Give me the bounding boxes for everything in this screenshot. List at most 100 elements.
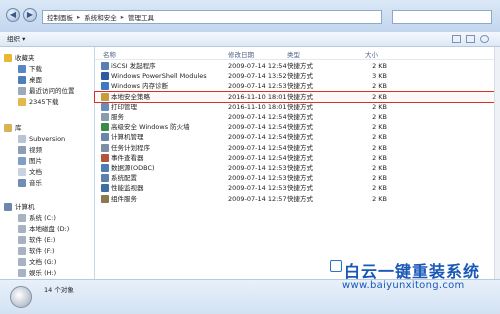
file-row[interactable]: 服务 2009-07-14 12:54 快捷方式 2 KB xyxy=(95,112,494,122)
file-type: 快捷方式 xyxy=(287,82,313,91)
nav-item-drive-g[interactable]: 文档 (G:) xyxy=(0,257,94,267)
desktop-icon xyxy=(18,76,26,84)
file-name: Windows PowerShell Modules xyxy=(111,72,207,81)
help-icon[interactable] xyxy=(480,35,489,43)
drive-icon xyxy=(18,225,26,233)
nav-label: Subversion xyxy=(29,135,66,143)
nav-label: 本地磁盘 (D:) xyxy=(29,225,70,233)
search-input[interactable] xyxy=(392,10,492,24)
file-row[interactable]: 性能监视器 2009-07-14 12:53 快捷方式 2 KB xyxy=(95,183,494,193)
file-row[interactable]: iSCSI 发起程序 2009-07-14 12:54 快捷方式 2 KB xyxy=(95,61,494,71)
file-type: 快捷方式 xyxy=(287,174,313,183)
file-row[interactable]: 本地安全策略 2016-11-10 18:01 快捷方式 2 KB xyxy=(94,90,495,103)
file-row[interactable]: Windows 内存诊断 2009-07-14 12:53 快捷方式 2 KB xyxy=(95,81,494,91)
address-field[interactable]: 控制面板 ▸ 系统和安全 ▸ 管理工具 xyxy=(42,10,382,24)
nav-item-drive-f[interactable]: 软件 (F:) xyxy=(0,246,94,256)
breadcrumb-item[interactable]: 管理工具 xyxy=(128,12,154,22)
file-type: 快捷方式 xyxy=(287,102,313,111)
nav-item-documents[interactable]: 文档 xyxy=(0,167,94,177)
picture-icon xyxy=(18,157,26,165)
nav-item-drive-h[interactable]: 娱乐 (H:) xyxy=(0,268,94,278)
nav-label: 视频 xyxy=(29,146,42,154)
preview-pane-icon[interactable] xyxy=(466,35,475,43)
file-name: iSCSI 发起程序 xyxy=(111,62,156,70)
file-row[interactable]: Windows PowerShell Modules 2009-07-14 13:… xyxy=(95,71,494,81)
breadcrumb-item[interactable]: 控制面板 xyxy=(47,12,73,22)
nav-item-drive-e[interactable]: 软件 (E:) xyxy=(0,235,94,245)
nav-item-2345-downloads[interactable]: 2345下载 xyxy=(0,97,94,107)
file-size: 2 KB xyxy=(372,143,387,152)
breadcrumb-item[interactable]: 系统和安全 xyxy=(84,12,117,22)
nav-computer[interactable]: 计算机 xyxy=(0,202,94,212)
star-icon xyxy=(4,54,12,62)
shortcut-icon xyxy=(101,184,109,193)
vertical-scrollbar[interactable] xyxy=(494,47,500,279)
file-name: 任务计划程序 xyxy=(111,143,150,152)
file-size: 2 KB xyxy=(372,153,387,162)
watermark-url: www.baiyunxitong.com xyxy=(342,280,465,291)
organize-button[interactable]: 组织 ▾ xyxy=(4,34,28,44)
column-header-date[interactable]: 修改日期 xyxy=(228,49,254,59)
watermark-title: 白云一键重装系统 xyxy=(344,262,481,281)
nav-item-desktop[interactable]: 桌面 xyxy=(0,75,94,85)
shortcut-icon xyxy=(101,72,109,81)
column-header-type[interactable]: 类型 xyxy=(287,49,300,59)
file-name: Windows 内存诊断 xyxy=(111,82,169,91)
file-type: 快捷方式 xyxy=(287,62,313,70)
view-options-icon[interactable] xyxy=(452,35,461,43)
nav-libraries[interactable]: 库 xyxy=(0,123,94,133)
back-button[interactable]: ◀ xyxy=(6,8,20,22)
file-type: 快捷方式 xyxy=(287,153,313,162)
file-type: 快捷方式 xyxy=(287,133,313,142)
file-date: 2009-07-14 12:53 xyxy=(228,82,287,91)
file-row[interactable]: 计算机管理 2009-07-14 12:54 快捷方式 2 KB xyxy=(95,132,494,142)
file-row[interactable]: 任务计划程序 2009-07-14 12:54 快捷方式 2 KB xyxy=(95,143,494,153)
download-folder-icon xyxy=(18,65,26,73)
nav-label: 图片 xyxy=(29,157,42,165)
nav-item-music[interactable]: 音乐 xyxy=(0,178,94,188)
file-type: 快捷方式 xyxy=(287,194,313,203)
file-row[interactable]: 系统配置 2009-07-14 12:53 快捷方式 2 KB xyxy=(95,173,494,183)
nav-label: 文档 xyxy=(29,168,42,176)
file-name: 事件查看器 xyxy=(111,153,144,162)
file-row[interactable]: 事件查看器 2009-07-14 12:54 快捷方式 2 KB xyxy=(95,153,494,163)
column-header-size[interactable]: 大小 xyxy=(365,49,378,59)
file-name: 本地安全策略 xyxy=(111,92,150,101)
file-type: 快捷方式 xyxy=(287,123,313,132)
shortcut-icon xyxy=(101,194,109,203)
item-count: 14 个对象 xyxy=(44,286,74,294)
file-size: 2 KB xyxy=(372,123,387,132)
nav-favorites[interactable]: 收藏夹 xyxy=(0,53,94,63)
file-row[interactable]: 组件服务 2009-07-14 12:57 快捷方式 2 KB xyxy=(95,194,494,204)
file-date: 2009-07-14 13:52 xyxy=(228,72,287,81)
drive-icon xyxy=(18,269,26,277)
nav-item-subversion[interactable]: Subversion xyxy=(0,134,94,144)
admin-tools-icon xyxy=(10,286,32,308)
nav-item-downloads[interactable]: 下载 xyxy=(0,64,94,74)
shortcut-icon xyxy=(101,143,109,152)
file-date: 2009-07-14 12:57 xyxy=(228,194,287,203)
forward-button[interactable]: ▶ xyxy=(23,8,37,22)
nav-label: 2345下载 xyxy=(29,98,59,106)
video-icon xyxy=(18,146,26,154)
file-row[interactable]: 打印管理 2016-11-10 18:01 快捷方式 2 KB xyxy=(95,102,494,112)
shortcut-icon xyxy=(101,92,109,101)
nav-item-drive-c[interactable]: 系统 (C:) xyxy=(0,213,94,223)
shortcut-icon xyxy=(101,153,109,162)
file-row[interactable]: 数据源(ODBC) 2009-07-14 12:53 快捷方式 2 KB xyxy=(95,163,494,173)
shortcut-icon xyxy=(101,123,109,132)
nav-label: 下载 xyxy=(29,65,42,73)
nav-item-pictures[interactable]: 图片 xyxy=(0,156,94,166)
recent-places-icon xyxy=(18,87,26,95)
nav-label: 收藏夹 xyxy=(15,54,35,62)
file-size: 2 KB xyxy=(372,133,387,142)
nav-item-recent[interactable]: 最近访问的位置 xyxy=(0,86,94,96)
file-date: 2009-07-14 12:54 xyxy=(228,123,287,132)
nav-label: 软件 (E:) xyxy=(29,236,56,244)
computer-icon xyxy=(4,203,12,211)
nav-item-drive-d[interactable]: 本地磁盘 (D:) xyxy=(0,224,94,234)
nav-item-videos[interactable]: 视频 xyxy=(0,145,94,155)
column-header-name[interactable]: 名称 xyxy=(103,49,116,59)
file-name: 性能监视器 xyxy=(111,184,144,193)
file-row[interactable]: 高级安全 Windows 防火墙 2009-07-14 12:54 快捷方式 2 KB xyxy=(95,122,494,132)
